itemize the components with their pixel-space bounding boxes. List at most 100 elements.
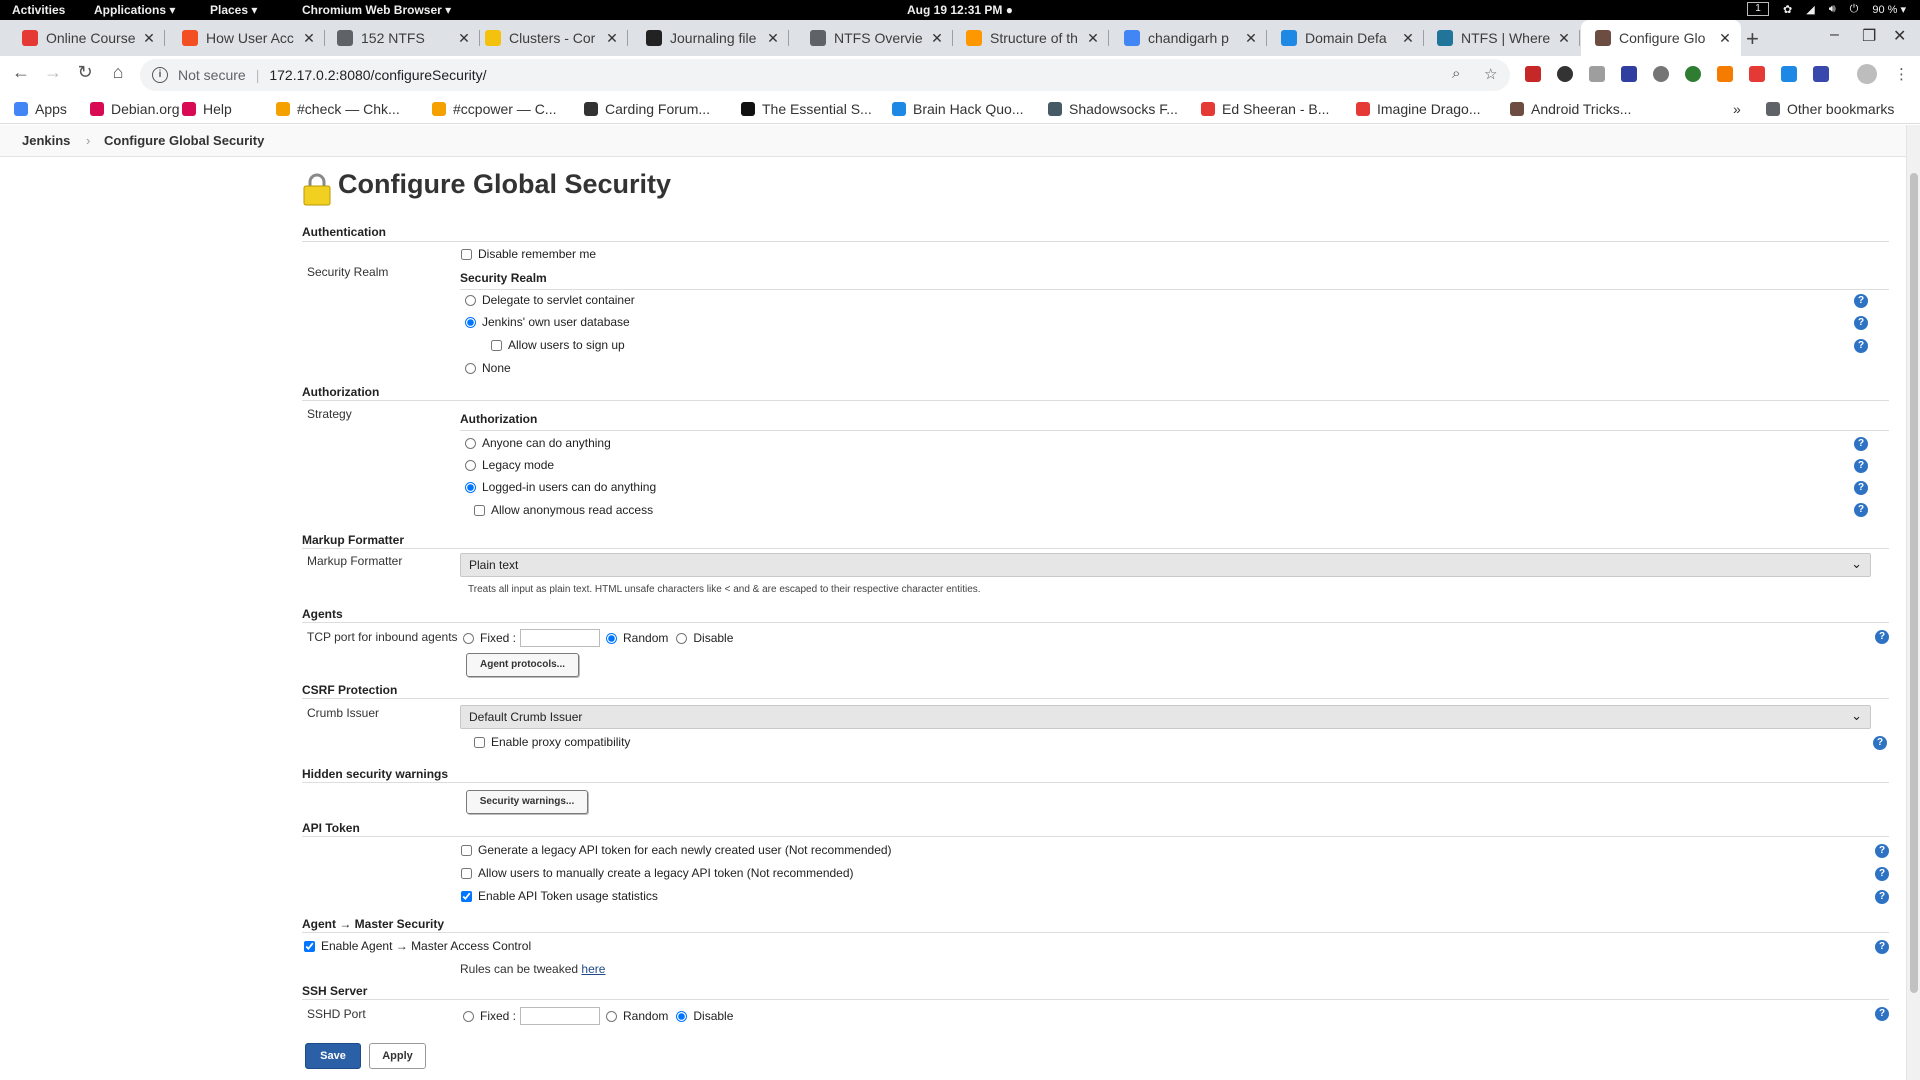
profile-avatar[interactable] <box>1857 64 1877 84</box>
extension-icon-8[interactable] <box>1749 66 1765 82</box>
agent-master-access-option[interactable]: Enable Agent → Master Access Control <box>304 939 531 953</box>
close-tab-icon[interactable]: ✕ <box>1717 30 1733 47</box>
proxy-compatibility-checkbox[interactable] <box>474 736 485 748</box>
bookmark-item[interactable]: Debian.org <box>90 101 180 117</box>
pause-extension-icon[interactable] <box>1781 66 1797 82</box>
bookmark-star-icon[interactable]: ☆ <box>1484 65 1497 83</box>
disable-remember-me-option[interactable]: Disable remember me <box>461 247 596 261</box>
help-icon[interactable]: ? <box>1875 890 1889 904</box>
crumb-issuer-select[interactable]: Default Crumb Issuer ⌄ <box>460 705 1871 729</box>
extension-icon-10[interactable] <box>1813 66 1829 82</box>
extension-icon-2[interactable] <box>1557 66 1573 82</box>
bookmark-item[interactable]: Android Tricks... <box>1510 101 1631 117</box>
realm-none-radio[interactable] <box>465 362 476 374</box>
close-tab-icon[interactable]: ✕ <box>1243 30 1259 47</box>
bookmark-item[interactable]: Imagine Drago... <box>1356 101 1481 117</box>
extension-icon-1[interactable] <box>1525 66 1541 82</box>
close-tab-icon[interactable]: ✕ <box>1556 30 1572 47</box>
agent-master-access-checkbox[interactable] <box>304 940 315 952</box>
token-usage-stats-checkbox[interactable] <box>461 890 472 902</box>
search-icon[interactable]: ⌕ <box>1452 65 1460 82</box>
help-icon[interactable]: ? <box>1875 940 1889 954</box>
site-info-icon[interactable]: i <box>152 67 168 83</box>
bookmark-item[interactable]: Help <box>182 101 232 117</box>
extension-icon-4[interactable] <box>1621 66 1637 82</box>
tcp-disable-radio[interactable] <box>676 632 688 644</box>
close-tab-icon[interactable]: ✕ <box>604 30 620 47</box>
menu-icon[interactable]: ⋮ <box>1894 65 1909 83</box>
breadcrumb-jenkins[interactable]: Jenkins <box>22 133 70 148</box>
help-icon[interactable]: ? <box>1854 339 1868 353</box>
close-window-button[interactable]: ✕ <box>1893 26 1906 46</box>
token-usage-stats-option[interactable]: Enable API Token usage statistics <box>461 889 658 903</box>
reload-button[interactable]: ↻ <box>73 62 97 83</box>
realm-jenkins-db-radio[interactable] <box>465 316 476 328</box>
clock[interactable]: Aug 19 12:31 PM ● <box>0 3 1920 17</box>
allow-anonymous-read-option[interactable]: Allow anonymous read access <box>474 503 653 517</box>
bookmark-item[interactable]: Carding Forum... <box>584 101 710 117</box>
close-tab-icon[interactable]: ✕ <box>456 30 472 47</box>
tab-9[interactable]: Domain Defa ✕ <box>1267 20 1424 56</box>
bookmark-item[interactable]: #ccpower — C... <box>432 101 556 117</box>
help-icon[interactable]: ? <box>1854 316 1868 330</box>
extension-icon-3[interactable] <box>1589 66 1605 82</box>
tab-5[interactable]: Journaling file ✕ <box>632 20 789 56</box>
close-tab-icon[interactable]: ✕ <box>1400 30 1416 47</box>
bookmark-item[interactable]: Ed Sheeran - B... <box>1201 101 1329 117</box>
authz-logged-in-radio[interactable] <box>465 481 476 493</box>
close-tab-icon[interactable]: ✕ <box>765 30 781 47</box>
system-tray[interactable]: 1 ✿ ◢ 🔊︎ ⏻ 90 % ▾ <box>1747 2 1906 16</box>
close-tab-icon[interactable]: ✕ <box>141 30 157 47</box>
bookmark-item[interactable]: Shadowsocks F... <box>1048 101 1178 117</box>
authz-legacy-radio[interactable] <box>465 459 476 471</box>
forward-button[interactable]: → <box>41 62 65 83</box>
help-icon[interactable]: ? <box>1875 630 1889 644</box>
new-tab-button[interactable]: + <box>1746 26 1759 52</box>
app-menu[interactable]: Chromium Web Browser ▾ <box>302 3 451 17</box>
realm-option-none[interactable]: None <box>465 361 511 375</box>
authz-anyone-radio[interactable] <box>465 437 476 449</box>
tab-11[interactable]: Configure Glo ✕ <box>1581 20 1741 56</box>
allow-signup-checkbox[interactable] <box>491 339 502 351</box>
authz-option-anyone[interactable]: Anyone can do anything <box>465 436 611 450</box>
sshd-port-input[interactable] <box>520 1007 601 1025</box>
allow-anonymous-read-checkbox[interactable] <box>474 504 485 516</box>
extension-icon-5[interactable] <box>1653 66 1669 82</box>
tcp-port-input[interactable] <box>520 629 601 647</box>
close-tab-icon[interactable]: ✕ <box>929 30 945 47</box>
legacy-token-manual-checkbox[interactable] <box>461 867 472 879</box>
save-button[interactable]: Save <box>305 1043 361 1069</box>
realm-option-jenkins-db[interactable]: Jenkins' own user database <box>465 315 630 329</box>
tab-3[interactable]: 152 NTFS ✕ <box>323 20 480 56</box>
breadcrumb-current[interactable]: Configure Global Security <box>104 133 264 148</box>
close-tab-icon[interactable]: ✕ <box>301 30 317 47</box>
bookmark-item[interactable]: Brain Hack Quo... <box>892 101 1024 117</box>
help-icon[interactable]: ? <box>1875 1007 1889 1021</box>
agent-protocols-button[interactable]: Agent protocols... <box>466 653 579 677</box>
help-icon[interactable]: ? <box>1854 503 1868 517</box>
bookmarks-overflow-button[interactable]: » <box>1733 101 1741 117</box>
tab-6[interactable]: NTFS Overvie ✕ <box>796 20 953 56</box>
ssh-random-radio[interactable] <box>606 1010 618 1022</box>
help-icon[interactable]: ? <box>1854 294 1868 308</box>
bookmark-item[interactable]: The Essential S... <box>741 101 872 117</box>
close-tab-icon[interactable]: ✕ <box>1085 30 1101 47</box>
apply-button[interactable]: Apply <box>369 1043 426 1069</box>
applications-menu[interactable]: Applications ▾ <box>94 3 175 17</box>
back-button[interactable]: ← <box>9 62 33 83</box>
help-icon[interactable]: ? <box>1875 867 1889 881</box>
activities-button[interactable]: Activities <box>12 3 65 17</box>
workspace-indicator[interactable]: 1 <box>1747 2 1770 16</box>
tab-8[interactable]: chandigarh p ✕ <box>1110 20 1267 56</box>
maximize-button[interactable]: ❐ <box>1862 26 1876 46</box>
proxy-compatibility-option[interactable]: Enable proxy compatibility <box>474 735 630 749</box>
rules-link[interactable]: here <box>581 962 605 976</box>
ssh-fixed-radio[interactable] <box>463 1010 474 1022</box>
places-menu[interactable]: Places ▾ <box>210 3 257 17</box>
help-icon[interactable]: ? <box>1873 736 1887 750</box>
legacy-token-manual-option[interactable]: Allow users to manually create a legacy … <box>461 866 854 880</box>
tab-7[interactable]: Structure of th ✕ <box>952 20 1109 56</box>
legacy-token-new-user-option[interactable]: Generate a legacy API token for each new… <box>461 843 892 857</box>
metamask-icon[interactable] <box>1717 66 1733 82</box>
scrollbar-thumb[interactable] <box>1910 173 1918 993</box>
